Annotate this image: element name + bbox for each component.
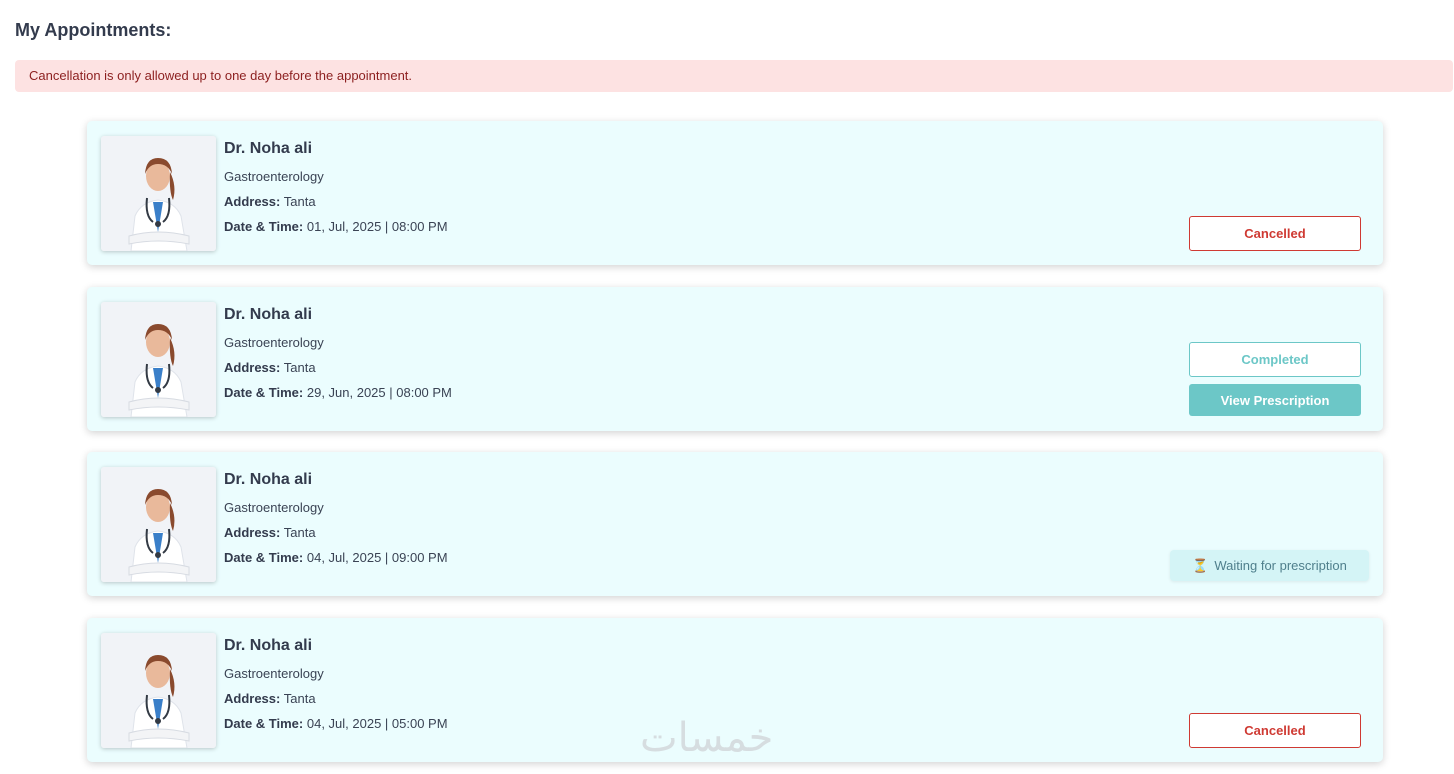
waiting-prescription-badge: ⏳ Waiting for prescription: [1170, 550, 1369, 581]
doctor-name: Dr. Noha ali: [224, 306, 313, 323]
address-label: Address:: [224, 360, 281, 375]
doctor-photo: [101, 136, 216, 251]
datetime-label: Date & Time:: [224, 385, 304, 400]
doctor-photo: [101, 302, 216, 417]
doctor-name: Dr. Noha ali: [224, 140, 313, 157]
appointment-datetime: Date & Time: 04, Jul, 2025 | 05:00 PM: [224, 716, 448, 731]
doctor-specialty: Gastroenterology: [224, 666, 324, 681]
watermark-logo: خمسات: [640, 715, 774, 761]
address-label: Address:: [224, 525, 281, 540]
datetime-label: Date & Time:: [224, 219, 304, 234]
appointment-datetime: Date & Time: 29, Jun, 2025 | 08:00 PM: [224, 385, 452, 400]
doctor-photo: [101, 467, 216, 582]
page-title: My Appointments:: [15, 20, 172, 40]
datetime-value: 04, Jul, 2025 | 05:00 PM: [306, 716, 448, 731]
appointment-address: Address: Tanta: [224, 525, 316, 540]
appointments-page: My Appointments: Cancellation is only al…: [0, 0, 1454, 774]
appointment-card: Dr. Noha ali Gastroenterology Address: T…: [87, 121, 1383, 265]
doctor-specialty: Gastroenterology: [224, 335, 324, 350]
appointment-address: Address: Tanta: [224, 194, 316, 209]
appointment-datetime: Date & Time: 01, Jul, 2025 | 08:00 PM: [224, 219, 448, 234]
doctor-photo: [101, 633, 216, 748]
appointment-address: Address: Tanta: [224, 691, 316, 706]
waiting-label: Waiting for prescription: [1214, 558, 1347, 573]
completed-status-button[interactable]: Completed: [1189, 342, 1361, 377]
datetime-label: Date & Time:: [224, 550, 304, 565]
appointment-card: Dr. Noha ali Gastroenterology Address: T…: [87, 287, 1383, 431]
cancelled-status-button[interactable]: Cancelled: [1189, 713, 1361, 748]
appointment-card: Dr. Noha ali Gastroenterology Address: T…: [87, 452, 1383, 596]
cancellation-notice: Cancellation is only allowed up to one d…: [15, 60, 1453, 92]
address-value: Tanta: [283, 525, 316, 540]
hourglass-icon: ⏳: [1192, 557, 1209, 573]
doctor-specialty: Gastroenterology: [224, 169, 324, 184]
datetime-value: 01, Jul, 2025 | 08:00 PM: [306, 219, 448, 234]
address-label: Address:: [224, 194, 281, 209]
address-value: Tanta: [283, 360, 316, 375]
doctor-avatar-icon: [101, 467, 216, 582]
doctor-name: Dr. Noha ali: [224, 471, 313, 488]
doctor-avatar-icon: [101, 136, 216, 251]
datetime-label: Date & Time:: [224, 716, 304, 731]
appointment-datetime: Date & Time: 04, Jul, 2025 | 09:00 PM: [224, 550, 448, 565]
doctor-avatar-icon: [101, 633, 216, 748]
doctor-avatar-icon: [101, 302, 216, 417]
datetime-value: 29, Jun, 2025 | 08:00 PM: [306, 385, 452, 400]
doctor-name: Dr. Noha ali: [224, 637, 313, 654]
doctor-specialty: Gastroenterology: [224, 500, 324, 515]
appointment-address: Address: Tanta: [224, 360, 316, 375]
view-prescription-button[interactable]: View Prescription: [1189, 384, 1361, 416]
datetime-value: 04, Jul, 2025 | 09:00 PM: [306, 550, 448, 565]
address-label: Address:: [224, 691, 281, 706]
cancelled-status-button[interactable]: Cancelled: [1189, 216, 1361, 251]
address-value: Tanta: [283, 691, 316, 706]
address-value: Tanta: [283, 194, 316, 209]
